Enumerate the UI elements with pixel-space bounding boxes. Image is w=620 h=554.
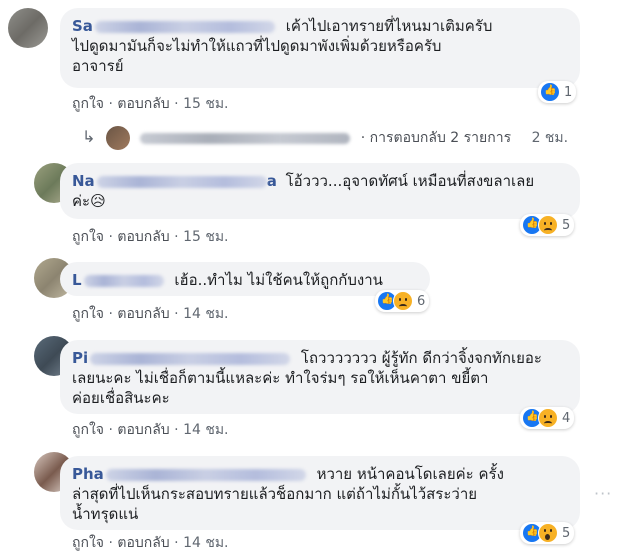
avatar[interactable] [8, 8, 48, 48]
timestamp: 2 ชม. [531, 130, 569, 146]
wow-icon [538, 523, 558, 543]
reaction-count: 5 [562, 217, 571, 233]
comment-bubble: Sa เค้าไปเอาทรายที่ไหนมาเติมครับ ไปดูดมา… [60, 8, 580, 88]
comment-actions: ถูกใจ · ตอบกลับ · 14 ชม. [72, 306, 229, 322]
replies-summary[interactable]: ↳ · การตอบกลับ 2 รายการ 2 ชม. [82, 126, 612, 150]
reply-button[interactable]: ตอบกลับ [117, 229, 169, 245]
commenter-name[interactable]: Pi [72, 349, 291, 367]
like-button[interactable]: ถูกใจ [72, 96, 104, 112]
comment-text: เลยนะคะ ไม่เชื่อก็ตามนี้แหละค่ะ ทำใจร่มๆ… [72, 369, 489, 387]
reaction-summary[interactable]: 5 [520, 214, 575, 236]
like-icon [540, 82, 560, 102]
timestamp[interactable]: 14 ชม. [183, 422, 228, 438]
comment-text: หวาย หน้าคอนโดเลยค่ะ ครั้ง [316, 465, 504, 483]
reaction-summary[interactable]: 1 [538, 81, 577, 103]
avatar [105, 126, 130, 150]
comment-text: โถววววววว ผู้รู้ทัก ดีกว่าจิ้งจกทักเยอะ [300, 349, 542, 367]
like-button[interactable]: ถูกใจ [72, 535, 104, 551]
reaction-count: 1 [564, 84, 573, 100]
like-button[interactable]: ถูกใจ [72, 306, 104, 322]
comment-text: ค่ะ😥 [72, 192, 106, 210]
like-button[interactable]: ถูกใจ [72, 229, 104, 245]
comment-text: เฮ้อ..ทำไม ไม่ใช้คนให้ถูกกับงาน [174, 271, 383, 289]
comment-text: อาจารย์ [72, 57, 124, 75]
commenter-name[interactable]: L [72, 271, 164, 289]
comment-bubble: Na a โอ้ววว...อุจาดทัศน์ เหมือนที่สงขลาเล… [60, 163, 580, 219]
commenter-name[interactable]: Sa [72, 17, 275, 35]
comment-bubble: Pha หวาย หน้าคอนโดเลยค่ะ ครั้ง ล่าสุดที่… [60, 456, 580, 530]
comment-text: น้ำทรุดแน่ [72, 505, 139, 523]
comment-actions: ถูกใจ · ตอบกลับ · 14 ชม. [72, 535, 229, 551]
comment-actions: ถูกใจ · ตอบกลับ · 15 ชม. [72, 229, 229, 245]
reply-button[interactable]: ตอบกลับ [117, 306, 169, 322]
reaction-summary[interactable]: 6 [375, 290, 430, 312]
comment-text: ค่อยเชื่อสินะคะ [72, 389, 170, 407]
comment-bubble: L เฮ้อ..ทำไม ไม่ใช้คนให้ถูกกับงาน [60, 262, 430, 296]
replies-count-link[interactable]: การตอบกลับ 2 รายการ [370, 130, 511, 146]
reply-button[interactable]: ตอบกลับ [117, 422, 169, 438]
like-button[interactable]: ถูกใจ [72, 422, 104, 438]
comment-text: ไปดูดมามันก็จะไม่ทำให้แถวที่ไปดูดมาพังเพ… [72, 37, 442, 55]
comment-text: ล่าสุดที่ไปเห็นกระสอบทรายแล้วช็อกมาก แต่… [72, 485, 478, 503]
timestamp[interactable]: 14 ชม. [183, 306, 228, 322]
reaction-count: 4 [562, 410, 571, 426]
timestamp[interactable]: 14 ชม. [183, 535, 228, 551]
reply-button[interactable]: ตอบกลับ [117, 96, 169, 112]
commenter-name[interactable]: Na a [72, 172, 277, 190]
more-options-icon[interactable]: ··· [594, 484, 612, 503]
reaction-summary[interactable]: 5 [520, 522, 575, 544]
sad-icon [538, 408, 558, 428]
reply-arrow-icon: ↳ [82, 127, 96, 146]
comment-text: โอ้ววว...อุจาดทัศน์ เหมือนที่สงขลาเลย [285, 172, 535, 190]
comment-actions: ถูกใจ · ตอบกลับ · 15 ชม. [72, 96, 229, 112]
timestamp[interactable]: 15 ชม. [183, 96, 228, 112]
reaction-count: 6 [417, 293, 426, 309]
comment-actions: ถูกใจ · ตอบกลับ · 14 ชม. [72, 422, 229, 438]
comment-bubble: Pi โถววววววว ผู้รู้ทัก ดีกว่าจิ้งจกทักเย… [60, 340, 580, 414]
comment-text: เค้าไปเอาทรายที่ไหนมาเติมครับ [285, 17, 493, 35]
reaction-count: 5 [562, 525, 571, 541]
timestamp[interactable]: 15 ชม. [183, 229, 228, 245]
reply-button[interactable]: ตอบกลับ [117, 535, 169, 551]
sad-icon [393, 291, 413, 311]
reaction-summary[interactable]: 4 [520, 407, 575, 429]
sad-icon [538, 215, 558, 235]
commenter-name[interactable]: Pha [72, 465, 306, 483]
